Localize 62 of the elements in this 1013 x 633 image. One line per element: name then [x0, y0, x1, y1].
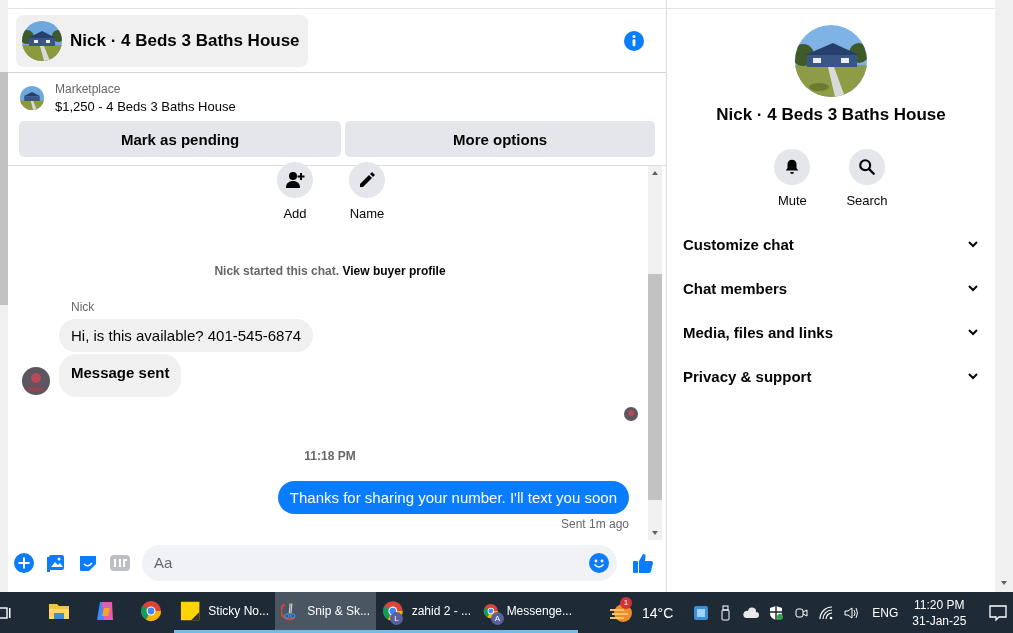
chevron-icon: [967, 238, 979, 250]
sender-name: Nick: [71, 300, 95, 314]
scrollbar[interactable]: [0, 0, 8, 592]
profile-badge: L: [390, 612, 403, 625]
message-bubble: Hi, is this available? 401-545-6874: [59, 319, 314, 352]
action-label: Add: [283, 206, 307, 221]
taskbar-app[interactable]: Snip & Sk...: [275, 592, 376, 633]
message-input[interactable]: Aa: [142, 544, 617, 581]
message-bubble: Message sent: [59, 354, 182, 397]
photo-icon[interactable]: [46, 552, 66, 573]
thumbs-up-icon[interactable]: [632, 551, 654, 574]
profile-title: Nick · 4 Beds 3 Baths House: [715, 105, 947, 125]
avatar-icon: [22, 367, 50, 395]
cloud-icon[interactable]: [743, 604, 760, 621]
add-person-button[interactable]: [277, 162, 313, 198]
listing-summary: $1,250 - 4 Beds 3 Baths House: [55, 99, 236, 114]
action-label: Mute: [777, 193, 807, 208]
notifications-icon[interactable]: [988, 602, 1009, 623]
action-label: Search: [846, 193, 888, 208]
scrollbar[interactable]: [648, 166, 662, 540]
taskbar-app[interactable]: A Messenge...: [477, 592, 578, 633]
section-header[interactable]: Chat members: [667, 266, 995, 310]
wifi-icon[interactable]: [818, 604, 835, 621]
emoji-icon[interactable]: [589, 552, 609, 573]
add-person-icon: [285, 170, 305, 190]
pencil-icon: [357, 170, 377, 190]
language-indicator[interactable]: ENG: [872, 605, 899, 620]
edit-name-button[interactable]: [349, 162, 385, 198]
action-label: Name: [349, 206, 385, 221]
notification-badge: 1: [620, 596, 632, 609]
listing-action-button[interactable]: Mark as pending: [19, 121, 342, 157]
search-button[interactable]: [849, 149, 885, 185]
chevron-icon: [967, 282, 979, 294]
copilot-icon: [94, 600, 116, 622]
scrollbar[interactable]: [995, 0, 1013, 592]
delivery-status: Sent 1m ago: [560, 517, 629, 531]
timestamp: 11:18 PM: [303, 449, 357, 463]
temperature[interactable]: 14°C: [642, 604, 674, 621]
chevron-icon: [967, 326, 979, 338]
profile-badge: A: [491, 612, 504, 625]
section-header[interactable]: Media, files and links: [667, 310, 995, 354]
shield-icon[interactable]: [768, 604, 785, 621]
conversation-title-button[interactable]: Nick · 4 Beds 3 Baths House: [16, 14, 308, 67]
search-icon: [858, 158, 876, 176]
listing-action-button[interactable]: More options: [345, 121, 655, 157]
clock[interactable]: 11:20 PM 31-Jan-25: [912, 597, 967, 628]
speaker-icon[interactable]: [843, 604, 860, 621]
mute-button[interactable]: [774, 149, 811, 185]
browser-icon: [140, 600, 162, 622]
message-bubble: Thanks for sharing your number. I'll text you soon: [277, 481, 629, 514]
section-header[interactable]: Customize chat: [667, 222, 995, 266]
view-buyer-profile-link[interactable]: View buyer profile: [342, 264, 446, 278]
read-receipt-icon: [624, 407, 638, 421]
listing-source: Marketplace: [55, 82, 122, 96]
chevron-icon: [967, 370, 979, 382]
plus-icon[interactable]: [14, 552, 34, 573]
section-header[interactable]: Privacy & support: [667, 354, 995, 398]
taskbar-app[interactable]: L zahid 2 - ...: [376, 592, 477, 633]
sticky-note-icon: [180, 600, 201, 622]
info-icon[interactable]: [624, 30, 644, 51]
chat-notice: Nick started this chat. View buyer profile: [213, 264, 447, 278]
app-tray-icon[interactable]: [693, 604, 710, 621]
